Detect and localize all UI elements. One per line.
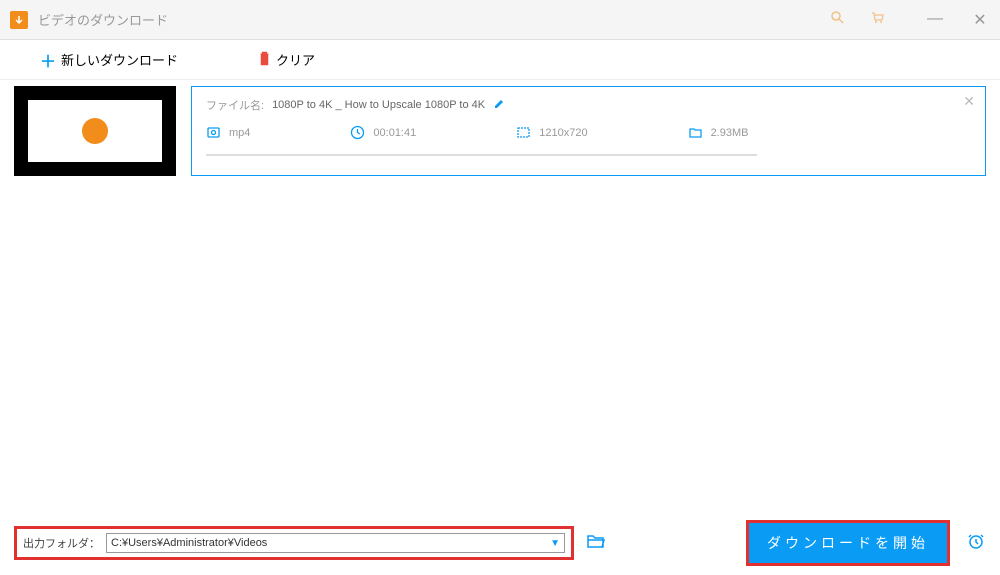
- edit-icon[interactable]: [493, 98, 505, 113]
- window-title: ビデオのダウンロード: [38, 10, 168, 29]
- plus-icon: ＋: [40, 48, 56, 72]
- close-button[interactable]: ✕: [970, 10, 990, 30]
- resolution-icon: [516, 125, 531, 140]
- clear-button[interactable]: クリア: [258, 50, 315, 69]
- app-icon: [10, 11, 28, 29]
- filename-text: 1080P to 4K _ How to Upscale 1080P to 4K: [272, 99, 485, 111]
- trash-icon: [258, 51, 271, 69]
- clock-icon: [350, 125, 365, 140]
- output-folder-dropdown[interactable]: C:¥Users¥Administrator¥Videos ▼: [106, 533, 565, 553]
- filename-label: ファイル名:: [206, 97, 264, 113]
- output-folder-box: 出力フォルダ： C:¥Users¥Administrator¥Videos ▼: [14, 526, 574, 560]
- download-item: ✕ ファイル名: 1080P to 4K _ How to Upscale 10…: [14, 86, 986, 176]
- progress-bar: [206, 154, 757, 156]
- duration-info: 00:01:41: [350, 125, 416, 140]
- start-download-button[interactable]: ダウンロードを開始: [746, 520, 950, 566]
- new-download-label: 新しいダウンロード: [61, 50, 178, 69]
- search-icon[interactable]: [830, 10, 845, 30]
- format-info: mp4: [206, 125, 250, 140]
- clear-label: クリア: [276, 50, 315, 69]
- thumbnail[interactable]: [14, 86, 176, 176]
- output-folder-label: 出力フォルダ：: [23, 535, 100, 551]
- size-info: 2.93MB: [688, 125, 749, 140]
- new-download-button[interactable]: ＋ 新しいダウンロード: [40, 48, 178, 72]
- output-path-text: C:¥Users¥Administrator¥Videos: [111, 537, 267, 549]
- remove-item-button[interactable]: ✕: [963, 93, 975, 110]
- folder-icon: [688, 125, 703, 140]
- open-folder-button[interactable]: [586, 533, 606, 554]
- resolution-info: 1210x720: [516, 125, 587, 140]
- cart-icon[interactable]: [870, 10, 885, 30]
- chevron-down-icon: ▼: [550, 538, 560, 549]
- video-format-icon: [206, 125, 221, 140]
- schedule-icon[interactable]: [966, 531, 986, 556]
- minimize-button[interactable]: —: [925, 10, 945, 30]
